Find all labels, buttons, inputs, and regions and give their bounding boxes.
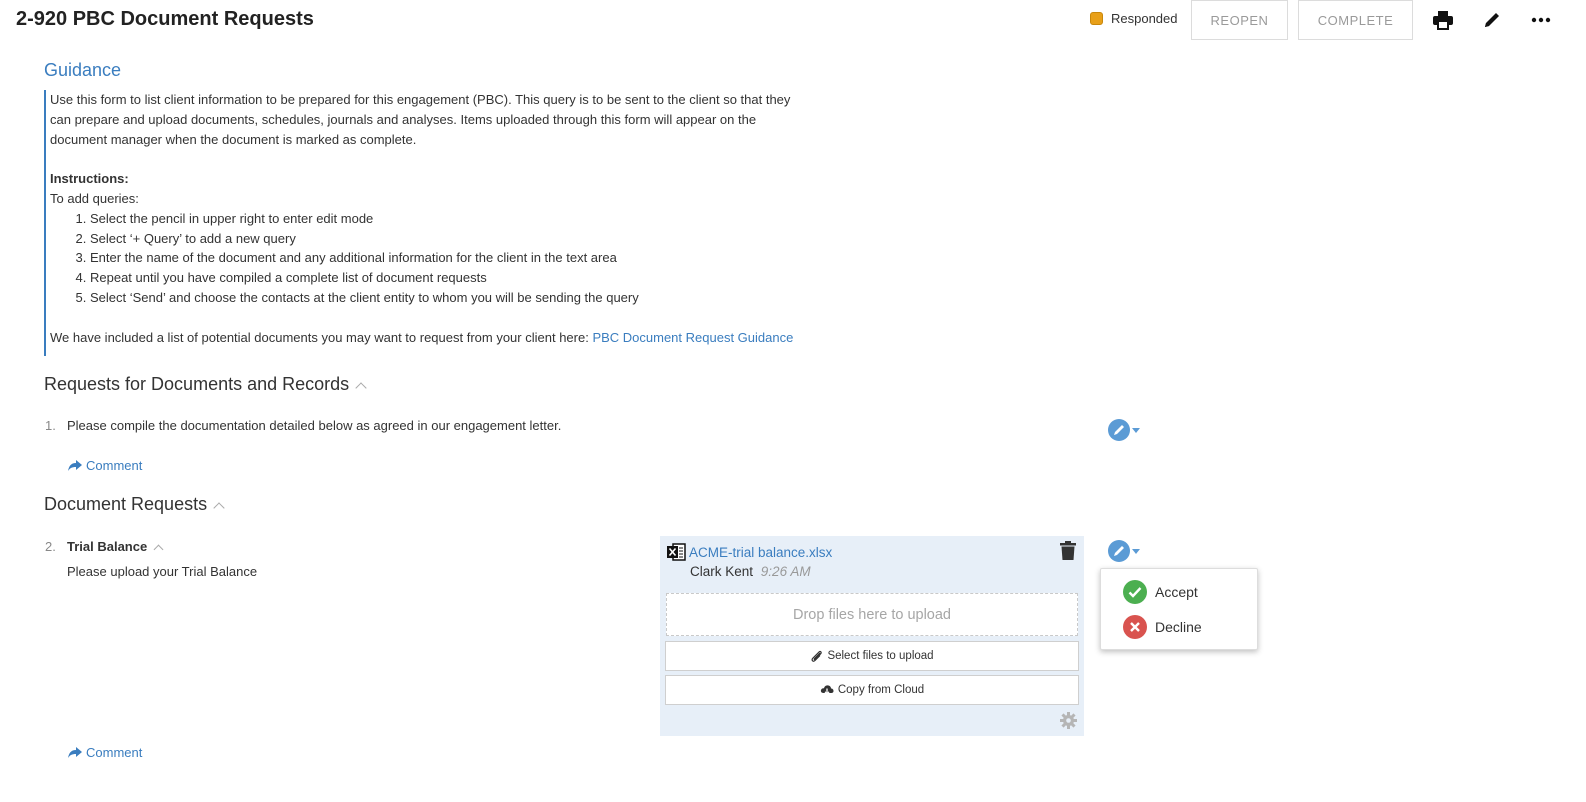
reply-arrow-icon — [68, 459, 82, 471]
instructions-list: Select the pencil in upper right to ente… — [50, 209, 844, 308]
accept-menu-item[interactable]: Accept — [1123, 580, 1198, 604]
select-files-label: Select files to upload — [827, 650, 934, 662]
guidance-closing-text: We have included a list of potential doc… — [50, 329, 593, 345]
edit-dropdown-button[interactable] — [1108, 540, 1140, 562]
file-dropzone[interactable]: Drop files here to upload — [666, 593, 1078, 636]
section-title-text: Document Requests — [44, 494, 208, 514]
upload-time: 9:26 AM — [760, 564, 811, 579]
edit-circle-icon — [1108, 419, 1130, 441]
excel-file-icon — [667, 543, 686, 561]
copy-cloud-label: Copy from Cloud — [837, 684, 925, 696]
copy-from-cloud-button[interactable]: Copy from Cloud — [665, 675, 1079, 705]
check-icon — [1123, 580, 1147, 604]
printer-icon[interactable] — [1430, 8, 1456, 32]
instruction-step: Repeat until you have compiled a complet… — [90, 268, 844, 288]
instructions-heading: Instructions: — [50, 171, 129, 187]
instruction-step: Select ‘Send’ and choose the contacts at… — [90, 288, 844, 308]
file-row: ACME-trial balance.xlsx — [666, 542, 832, 562]
gear-icon[interactable] — [1060, 712, 1077, 732]
comment-link[interactable]: Comment — [68, 745, 142, 760]
comment-label: Comment — [86, 458, 143, 473]
trash-icon[interactable] — [1060, 541, 1076, 563]
item-number: 2. — [45, 539, 56, 554]
item-text: Please compile the documentation detaile… — [67, 418, 562, 433]
guidance-intro-line: document manager when the document is ma… — [50, 131, 417, 147]
status-label: Responded — [1111, 11, 1178, 26]
pencil-icon[interactable] — [1479, 8, 1505, 32]
reply-arrow-icon — [68, 746, 82, 758]
guidance-intro-line: Use this form to list client information… — [50, 92, 791, 107]
file-link[interactable]: ACME-trial balance.xlsx — [689, 545, 832, 560]
edit-circle-icon — [1108, 540, 1130, 562]
chevron-up-icon[interactable] — [355, 381, 367, 394]
accept-label: Accept — [1155, 584, 1198, 600]
section-title-text: Requests for Documents and Records — [44, 374, 350, 394]
instruction-step: Enter the name of the document and any a… — [90, 248, 844, 268]
item-title-row[interactable]: Trial Balance — [67, 539, 164, 554]
file-meta: Clark Kent 9:26 AM — [690, 564, 811, 579]
x-icon — [1123, 615, 1147, 639]
comment-label: Comment — [86, 745, 143, 760]
comment-link[interactable]: Comment — [68, 458, 142, 473]
decline-label: Decline — [1155, 619, 1202, 635]
upload-panel: ACME-trial balance.xlsx Clark Kent 9:26 … — [660, 536, 1084, 736]
caret-down-icon — [1132, 427, 1140, 433]
edit-dropdown-button[interactable] — [1108, 419, 1140, 441]
instruction-step: Select the pencil in upper right to ente… — [90, 209, 844, 229]
guidance-box: Use this form to list client information… — [44, 90, 844, 356]
action-menu: Accept Decline — [1100, 568, 1258, 650]
section-title-document-requests[interactable]: Document Requests — [44, 494, 225, 515]
status-indicator: Responded — [1090, 11, 1178, 26]
section-title-requests[interactable]: Requests for Documents and Records — [44, 374, 367, 395]
decline-menu-item[interactable]: Decline — [1123, 615, 1202, 639]
item-number: 1. — [45, 418, 56, 433]
caret-down-icon — [1132, 548, 1140, 554]
chevron-up-icon[interactable] — [153, 544, 164, 554]
guidance-intro-line: can prepare and upload documents, schedu… — [50, 111, 757, 127]
more-icon[interactable] — [1528, 8, 1554, 32]
instruction-step: Select ‘+ Query’ to add a new query — [90, 229, 844, 249]
uploader-name: Clark Kent — [690, 564, 754, 579]
guidance-link[interactable]: PBC Document Request Guidance — [592, 330, 793, 345]
status-dot — [1090, 12, 1103, 25]
guidance-title: Guidance — [44, 60, 122, 80]
chevron-up-icon[interactable] — [213, 501, 225, 514]
to-add-label: To add queries: — [50, 190, 139, 206]
item-text: Please upload your Trial Balance — [67, 564, 258, 579]
item-title: Trial Balance — [67, 539, 148, 554]
reopen-button[interactable]: REOPEN — [1191, 0, 1288, 40]
guidance-closing: We have included a list of potential doc… — [50, 328, 844, 348]
complete-button[interactable]: COMPLETE — [1298, 0, 1413, 40]
page-title: 2-920 PBC Document Requests — [16, 8, 314, 30]
cloud-download-icon — [820, 685, 834, 695]
paperclip-icon — [812, 650, 823, 662]
select-files-button[interactable]: Select files to upload — [665, 641, 1079, 671]
